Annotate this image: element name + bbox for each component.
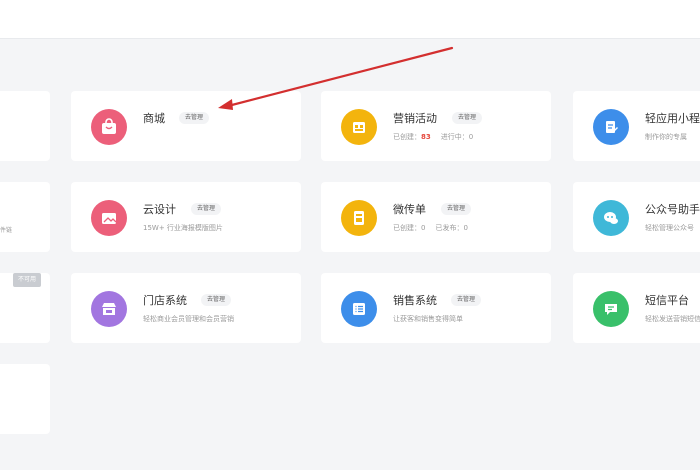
manage-button[interactable]: 去管理 <box>179 112 210 124</box>
card-stats: 已创建：0 已发布：0 <box>393 223 468 233</box>
card-desc: 轻松发送营销短信 <box>645 315 700 323</box>
flyer-icon <box>341 200 377 236</box>
card-desc: 轻松管理公众号 <box>645 224 694 232</box>
partial-card-left-4[interactable] <box>0 364 50 434</box>
partial-card-left-2[interactable]: 件链 <box>0 182 50 252</box>
card-title: 营销活动 <box>393 112 437 125</box>
top-bar <box>0 0 700 39</box>
list-icon <box>341 291 377 327</box>
card-title: 销售系统 <box>393 294 437 307</box>
unavailable-tag: 不可用 <box>13 273 42 287</box>
card-store-system[interactable]: 门店系统 去管理 轻松商业会员管理和会员营销 <box>71 273 301 343</box>
card-mall[interactable]: 商城 去管理 <box>71 91 301 161</box>
card-stats: 已创建：83 进行中：0 <box>393 132 473 142</box>
card-sales-system[interactable]: 销售系统 去管理 让获客和销售变得简单 <box>321 273 551 343</box>
card-flyer[interactable]: 微传单 去管理 已创建：0 已发布：0 <box>321 182 551 252</box>
card-title: 商城 <box>143 112 165 125</box>
store-icon <box>91 291 127 327</box>
published-label: 已发布： <box>435 224 464 232</box>
card-desc: 制作你的专属 <box>645 133 687 141</box>
partial-card-desc: 件链 <box>0 227 13 234</box>
created-label: 已创建： <box>393 133 421 141</box>
manage-button[interactable]: 去管理 <box>452 112 483 124</box>
card-title: 云设计 <box>143 203 176 216</box>
card-title: 短信平台 <box>645 294 689 307</box>
shopping-bag-icon <box>91 109 127 145</box>
activity-icon <box>341 109 377 145</box>
document-edit-icon <box>593 109 629 145</box>
manage-button[interactable]: 去管理 <box>201 294 232 306</box>
card-title: 门店系统 <box>143 294 187 307</box>
card-title: 公众号助手 <box>645 203 700 216</box>
card-wechat-helper[interactable]: 公众号助手 轻松管理公众号 <box>573 182 700 252</box>
card-title: 轻应用小程 <box>645 112 700 125</box>
card-title: 微传单 <box>393 203 426 216</box>
created-count: 0 <box>421 224 426 232</box>
card-desc: 让获客和销售变得简单 <box>393 315 463 323</box>
manage-button[interactable]: 去管理 <box>441 203 472 215</box>
partial-card-left-1[interactable] <box>0 91 50 161</box>
manage-button[interactable]: 去管理 <box>191 203 222 215</box>
created-label: 已创建： <box>393 224 421 232</box>
card-desc: 15W+ 行业海报模版图片 <box>143 224 223 232</box>
created-count: 83 <box>421 133 431 141</box>
manage-button[interactable]: 去管理 <box>451 294 482 306</box>
card-sms[interactable]: 短信平台 轻松发送营销短信 <box>573 273 700 343</box>
running-label: 进行中： <box>440 133 469 141</box>
published-count: 0 <box>463 224 468 232</box>
card-lite-app[interactable]: 轻应用小程 制作你的专属 <box>573 91 700 161</box>
image-icon <box>91 200 127 236</box>
running-count: 0 <box>468 133 474 141</box>
card-marketing[interactable]: 营销活动 去管理 已创建：83 进行中：0 <box>321 91 551 161</box>
card-desc: 轻松商业会员管理和会员营销 <box>143 315 234 323</box>
message-icon <box>593 291 629 327</box>
card-cloud-design[interactable]: 云设计 去管理 15W+ 行业海报模版图片 <box>71 182 301 252</box>
chat-bubble-icon <box>593 200 629 236</box>
